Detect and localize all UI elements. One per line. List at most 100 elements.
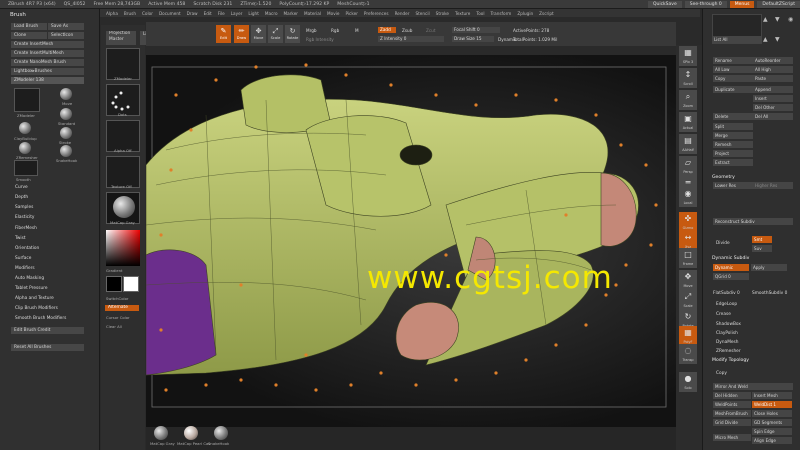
topology-handle[interactable] (314, 388, 318, 392)
create-insertmesh-button[interactable]: Create InsertMesh (11, 41, 84, 48)
menu-zscript[interactable]: Zscript (539, 11, 554, 16)
shelf-local-button[interactable]: ◉ Local (679, 187, 697, 207)
shelf-spix-3-button[interactable]: ▦ SPix 3 (679, 46, 697, 66)
topology-handle[interactable] (274, 383, 278, 387)
menu-draw[interactable]: Draw (187, 11, 198, 16)
color-picker-square[interactable] (106, 230, 140, 266)
m-toggle[interactable]: M (355, 28, 359, 33)
zadd-toggle[interactable]: Zadd (378, 27, 396, 33)
menu-brush[interactable]: Brush (124, 11, 136, 16)
crease-submenu[interactable]: Crease (716, 312, 731, 317)
arrow-down-icon[interactable]: ▼ (775, 16, 780, 23)
brush-submenu-orientation[interactable]: Orientation (15, 246, 39, 251)
brush-submenu-surface[interactable]: Surface (15, 256, 31, 261)
menu-light[interactable]: Light (248, 11, 258, 16)
smt-toggle[interactable]: Smt (752, 236, 772, 243)
topology-handle[interactable] (434, 93, 438, 97)
snakehook-brush-icon[interactable] (60, 145, 72, 157)
subtool-extract-button[interactable]: Extract (713, 159, 753, 166)
topology-handle[interactable] (344, 73, 348, 77)
shelf-solo-button[interactable]: ● Solo (679, 372, 697, 392)
menu-marker[interactable]: Marker (284, 11, 298, 16)
brush-submenu-samples[interactable]: Samples (15, 205, 33, 210)
switchcolor-button[interactable]: SwitchColor (106, 296, 128, 301)
lower-res-button[interactable]: Lower Res (713, 182, 753, 189)
rotate-mode-button[interactable]: ↻ Rotate (285, 25, 300, 43)
brush-submenu-elasticity[interactable]: Elasticity (15, 215, 34, 220)
topology-handle[interactable] (564, 213, 568, 217)
topology-handle[interactable] (554, 343, 558, 347)
eye-icon[interactable]: ◉ (788, 16, 793, 23)
arrow-up-icon[interactable]: ▲ (763, 16, 768, 23)
smooth-brush-thumb[interactable] (14, 160, 38, 176)
subtool-all-high-button[interactable]: All High (753, 66, 793, 73)
menu-document[interactable]: Document (159, 11, 181, 16)
reconstruct-subdiv-button[interactable]: Reconstruct Subdiv (713, 218, 793, 225)
load-brush-button[interactable]: Load Brush (11, 23, 47, 30)
brush-submenu-clip-modifiers[interactable]: Clip Brush Modifiers (15, 306, 58, 311)
menu-file[interactable]: File (218, 11, 225, 16)
subtool-all-low-button[interactable]: All Low (713, 66, 753, 73)
topology-handle[interactable] (204, 383, 208, 387)
brush-submenu-smooth-modifiers[interactable]: Smooth Brush Modifiers (15, 316, 66, 321)
gradient-label[interactable]: Gradient (106, 268, 123, 273)
matcap-gray-icon[interactable] (154, 426, 168, 440)
scale-mode-button[interactable]: ⤢ Scale (268, 25, 283, 43)
topology-handle[interactable] (649, 243, 653, 247)
topology-handle[interactable] (164, 388, 168, 392)
align-edge-button[interactable]: Align Edge (752, 437, 792, 444)
grid-divide-button[interactable]: Grid Divide (713, 419, 751, 426)
weldpoints-button[interactable]: WeldPoints (713, 401, 751, 408)
menu-macro[interactable]: Macro (265, 11, 278, 16)
topology-handle[interactable] (614, 283, 618, 287)
menu-alpha[interactable]: Alpha (106, 11, 118, 16)
higher-res-button[interactable]: Higher Res (753, 182, 793, 189)
create-insertmultimesh-button[interactable]: Create InsertMultiMesh (11, 50, 84, 57)
arrow-up-double-icon[interactable]: ▲ (763, 36, 768, 43)
topology-handle[interactable] (239, 283, 243, 287)
subtool-duplicate-button[interactable]: Duplicate (713, 86, 753, 93)
subtool-rename-button[interactable]: Rename (713, 57, 753, 64)
topology-handle[interactable] (624, 263, 628, 267)
micro-mesh-button[interactable]: Micro Mesh (713, 434, 751, 441)
reset-all-brushes-button[interactable]: Reset All Brushes (11, 344, 84, 351)
subtool-split-button[interactable]: Split (713, 123, 753, 130)
subtool-insert-button[interactable]: Insert (753, 95, 793, 102)
subtool-project-button[interactable]: Project (713, 150, 753, 157)
create-nanomesh-button[interactable]: Create NanoMesh Brush (11, 59, 84, 66)
subtool-del-all-button[interactable]: Del All (753, 113, 793, 120)
shadowbox-submenu[interactable]: ShadowBox (716, 322, 741, 327)
move-mode-button[interactable]: ✥ Move (251, 25, 266, 43)
menu-edit[interactable]: Edit (204, 11, 212, 16)
select-icon-button[interactable]: SelectIcon (48, 32, 84, 39)
brush-submenu-curve[interactable]: Curve (15, 185, 28, 190)
geometry-section-header[interactable]: Geometry (712, 175, 735, 180)
shelf-transp-button[interactable]: ◌ Transp (679, 344, 697, 364)
dynamic-subdiv-header[interactable]: Dynamic Subdiv (712, 256, 749, 261)
menu-zplugin[interactable]: Zplugin (517, 11, 533, 16)
welddist-slider[interactable]: WeldDist 1 (752, 401, 792, 408)
shelf-scale-button[interactable]: ⤢ Scale (679, 290, 697, 310)
claypolish-submenu[interactable]: ClayPolish (716, 331, 738, 336)
divide-button[interactable]: Divide (716, 241, 730, 246)
topology-handle[interactable] (189, 128, 193, 132)
topology-handle[interactable] (169, 168, 173, 172)
shelf-scroll-button[interactable]: ↕ Scroll (679, 68, 697, 88)
menu-texture[interactable]: Texture (455, 11, 470, 16)
lightbox-brushes-button[interactable]: Lightbox▸Brushes (11, 68, 84, 75)
subtool-copy-button[interactable]: Copy (713, 75, 753, 82)
topology-handle[interactable] (514, 93, 518, 97)
topology-handle[interactable] (619, 143, 623, 147)
shelf-aahalf-button[interactable]: ▤ AAHalf (679, 134, 697, 154)
topology-handle[interactable] (214, 78, 218, 82)
spin-edge-button[interactable]: Spin Edge (752, 428, 792, 435)
topology-handle[interactable] (379, 371, 383, 375)
dynamic-subdiv-toggle[interactable]: Dynamic (713, 264, 749, 271)
subtool-paste-button[interactable]: Paste (753, 75, 793, 82)
menu-preferences[interactable]: Preferences (364, 11, 389, 16)
gd-segments-slider[interactable]: GD Segments (752, 419, 792, 426)
subtool-append-button[interactable]: Append (753, 86, 793, 93)
claybuildup-brush-icon[interactable] (19, 122, 31, 134)
move-brush-icon[interactable] (60, 88, 72, 100)
snakehook-icon[interactable] (214, 426, 228, 440)
